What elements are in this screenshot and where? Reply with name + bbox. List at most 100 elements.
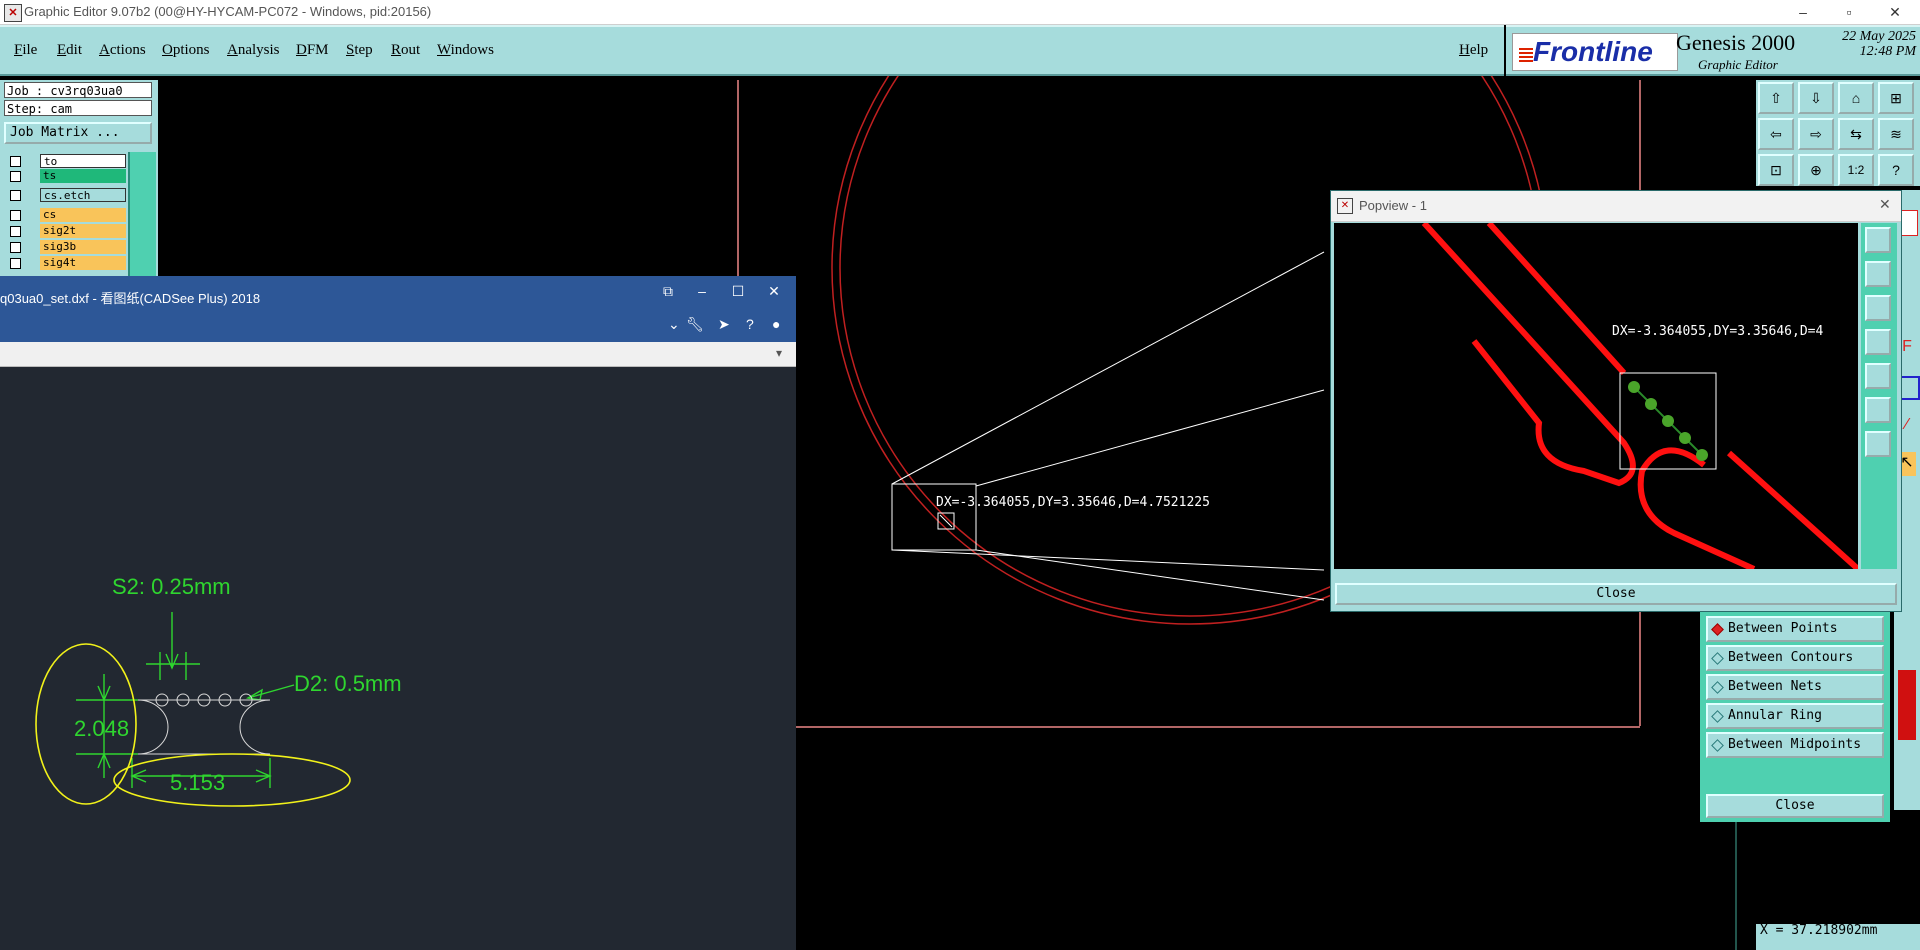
popview-side-toolbar [1861, 223, 1897, 569]
toolbar-button[interactable]: ⊕ [1798, 154, 1834, 186]
restore-icon[interactable]: ⧉ [650, 280, 686, 302]
toolbar-dropdown-icon[interactable]: ▾ [776, 346, 782, 360]
popview-title: Popview - 1 [1359, 198, 1427, 213]
toolbar-button[interactable] [1865, 227, 1891, 253]
toolbar-button[interactable]: ⊡ [1758, 154, 1794, 186]
d2-label: D2: 0.5mm [294, 671, 402, 696]
part-notch-left [137, 699, 169, 755]
maximize-icon[interactable]: ☐ [720, 280, 756, 302]
date: 22 May 2025 [1842, 29, 1916, 44]
layer-name: sig2t [40, 224, 126, 238]
minimize-icon[interactable]: – [684, 280, 720, 302]
layer-checkbox[interactable] [10, 190, 21, 201]
popview-close-icon[interactable]: ✕ [1879, 196, 1891, 213]
toolbar-button[interactable]: ⇨ [1798, 118, 1834, 150]
option-label: Between Nets [1728, 679, 1822, 694]
grid-icon[interactable]: ⊞ [1878, 82, 1914, 114]
home-icon[interactable]: ⌂ [1838, 82, 1874, 114]
job-name: Job : cv3rq03ua0 [4, 82, 152, 98]
toolbar-button[interactable]: ⇩ [1798, 82, 1834, 114]
zoom-1-2-icon[interactable]: 1:2 [1838, 154, 1874, 186]
toolbar-button[interactable] [1865, 295, 1891, 321]
toolbar-button[interactable]: ≋ [1878, 118, 1914, 150]
title-bar: ✕ Graphic Editor 9.07b2 (00@HY-HYCAM-PC0… [0, 0, 1920, 25]
toolbar-button[interactable] [1865, 261, 1891, 287]
minimize-button[interactable]: – [1780, 0, 1826, 24]
user-icon[interactable]: ● [772, 316, 780, 332]
option-between-midpoints[interactable]: Between Midpoints [1706, 732, 1884, 758]
job-matrix-button[interactable]: Job Matrix ... [4, 122, 152, 144]
date-time: 22 May 2025 12:48 PM [1818, 29, 1916, 59]
layer-checkbox[interactable] [10, 156, 21, 167]
menu-actions[interactable]: Actions [99, 42, 146, 59]
layer-checkbox[interactable] [10, 226, 21, 237]
layer-row[interactable]: sig2t [4, 224, 126, 238]
menu-rout[interactable]: Rout [391, 42, 420, 59]
maximize-button[interactable]: ▫ [1826, 0, 1872, 24]
zoom-leader-line [891, 549, 1325, 571]
layer-name: cs [40, 208, 126, 222]
layer-checkbox[interactable] [10, 242, 21, 253]
layer-name: sig4t [40, 256, 126, 270]
menu-dfm[interactable]: DFM [296, 42, 329, 59]
layer-checkbox[interactable] [10, 210, 21, 221]
toolbar-button[interactable]: ⇦ [1758, 118, 1794, 150]
height-label: 2.048 [74, 716, 129, 741]
popview-close-button[interactable]: Close [1335, 583, 1897, 605]
cadsee-titlebar: q03ua0_set.dxf - 看图纸(CADSee Plus) 2018 ⧉… [0, 276, 796, 342]
layer-row[interactable]: ts [4, 169, 126, 183]
layer-name: sig3b [40, 240, 126, 254]
option-annular-ring[interactable]: Annular Ring [1706, 703, 1884, 729]
trace [1421, 223, 1636, 487]
layer-checkbox[interactable] [10, 258, 21, 269]
scroll-thumb[interactable] [1898, 670, 1916, 740]
layer-list-scrollbar[interactable] [128, 152, 156, 282]
menu-options[interactable]: Options [162, 42, 210, 59]
help-icon[interactable]: ? [746, 316, 754, 332]
width-label: 5.153 [170, 770, 225, 795]
measure-point [1696, 449, 1708, 461]
close-button[interactable]: ✕ [1872, 0, 1918, 24]
dropdown-icon[interactable]: ⌄ [668, 316, 680, 333]
layer-row[interactable]: cs [4, 208, 126, 222]
layer-row[interactable]: to [4, 154, 126, 168]
option-between-points[interactable]: Between Points [1706, 616, 1884, 642]
menu-windows[interactable]: Windows [437, 42, 494, 59]
measure-panel: Between Points Between Contours Between … [1700, 612, 1890, 822]
cadsee-title: q03ua0_set.dxf - 看图纸(CADSee Plus) 2018 [0, 291, 261, 306]
measure-point [1645, 398, 1657, 410]
option-label: Between Contours [1728, 650, 1854, 665]
app-icon: ✕ [4, 4, 22, 22]
highlight-ellipse-width [113, 753, 351, 807]
toolbar-button[interactable]: ⇧ [1758, 82, 1794, 114]
layer-name: ts [40, 169, 126, 183]
option-label: Annular Ring [1728, 708, 1822, 723]
zoom-leader-line [975, 389, 1325, 487]
menu-edit[interactable]: Edit [57, 42, 82, 59]
menu-step[interactable]: Step [346, 42, 373, 59]
toolbar-button[interactable] [1865, 329, 1891, 355]
layer-row[interactable]: cs.etch [4, 188, 126, 202]
toolbar-button[interactable]: ⇆ [1838, 118, 1874, 150]
menu-help[interactable]: Help [1459, 42, 1488, 59]
pointer-icon[interactable]: ➤ [718, 316, 730, 333]
layer-row[interactable]: sig4t [4, 256, 126, 270]
window-title: Graphic Editor 9.07b2 (00@HY-HYCAM-PC072… [24, 4, 432, 19]
cadsee-drawing[interactable]: S2: 0.25mm D2: 0.5mm 2.048 5.153 [0, 368, 796, 950]
option-between-contours[interactable]: Between Contours [1706, 645, 1884, 671]
toolbar-button[interactable] [1865, 397, 1891, 423]
help-icon[interactable]: ? [1878, 154, 1914, 186]
tools-icon[interactable]: 🔧︎ [686, 316, 704, 333]
layer-row[interactable]: sig3b [4, 240, 126, 254]
popview-canvas[interactable]: DX=-3.364055,DY=3.35646,D=4 [1334, 223, 1858, 569]
x-coordinate: X = 37.218902mm [1760, 923, 1878, 938]
layer-checkbox[interactable] [10, 171, 21, 182]
measure-close-button[interactable]: Close [1706, 794, 1884, 818]
close-icon[interactable]: ✕ [756, 280, 792, 302]
toolbar-button[interactable] [1865, 363, 1891, 389]
option-between-nets[interactable]: Between Nets [1706, 674, 1884, 700]
menu-analysis[interactable]: Analysis [227, 42, 280, 59]
toolbar-button[interactable] [1865, 431, 1891, 457]
menu-file[interactable]: File [14, 42, 37, 59]
popview-window: ✕ Popview - 1 ✕ DX=-3.364055,DY=3.35646,… [1330, 190, 1902, 612]
